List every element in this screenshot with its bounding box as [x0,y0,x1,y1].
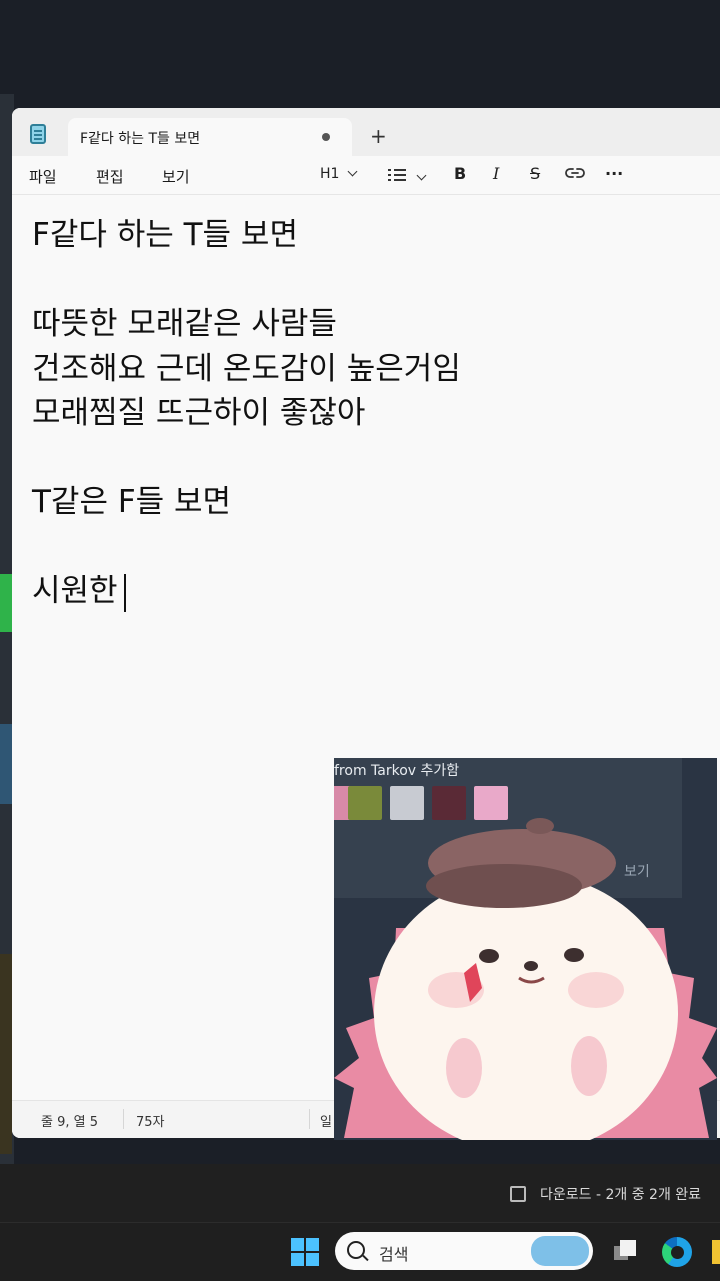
windows-start-icon[interactable] [291,1238,319,1266]
search-highlight-image [531,1236,589,1266]
heading-dropdown[interactable]: H1 [320,166,358,182]
background-top-bar [0,0,720,94]
text-line [32,258,461,303]
link-icon [565,168,585,178]
cursor-position: 줄 9, 열 5 [41,1115,98,1130]
search-icon [347,1241,365,1259]
file-explorer-icon[interactable] [712,1240,720,1264]
menu-view[interactable]: 보기 [162,166,190,187]
menu-bar: 파일 편집 보기 H1 B I S ··· [12,156,720,195]
document-text-area[interactable]: F같다 하는 T들 보면 따뜻한 모래같은 사람들 건조해요 근데 온도감이 높… [32,213,461,614]
text-line [32,525,461,570]
character-count: 75자 [136,1115,165,1130]
text-line [32,436,461,481]
text-line-current: 시원한 [32,569,461,614]
text-line: 모래찜질 뜨근하이 좋잖아 [32,395,366,431]
status-divider [309,1109,310,1129]
strikethrough-button[interactable]: S [530,164,540,183]
chevron-down-icon [347,166,358,177]
text-line: T같은 F들 보면 [32,484,232,520]
document-tab[interactable]: F같다 하는 T들 보면 [68,118,352,156]
download-icon[interactable] [510,1186,526,1202]
text-line: 따뜻한 모래같은 사람들 [32,306,337,342]
hedgehog-mascot-icon [334,818,717,1140]
heading-label: H1 [320,166,340,182]
more-options-button[interactable]: ··· [605,164,623,183]
list-chevron-down-icon[interactable] [416,170,427,181]
menu-edit[interactable]: 편집 [96,166,124,187]
edge-browser-icon[interactable] [662,1237,692,1267]
list-format-icon[interactable] [388,169,406,181]
current-line-text: 시원한 [32,573,118,609]
menu-file[interactable]: 파일 [29,166,57,187]
tab-bar: F같다 하는 T들 보면 + [12,108,720,156]
background-blue-element [0,724,12,804]
task-view-icon[interactable] [612,1238,638,1264]
link-button[interactable] [565,163,585,187]
status-partial-text: 일 [320,1115,332,1130]
taskbar-search-box[interactable]: 검색 [335,1232,593,1270]
search-placeholder: 검색 [379,1245,409,1264]
download-status-text[interactable]: 다운로드 - 2개 중 2개 완료 [540,1184,701,1204]
unsaved-dot-icon[interactable] [322,133,330,141]
tab-title: F같다 하는 T들 보면 [80,131,201,147]
bold-button[interactable]: B [454,164,466,183]
webcam-overlay: from Tarkov 추가함 보기 [334,758,717,1140]
new-tab-button[interactable]: + [370,126,387,146]
notepad-app-icon [30,124,46,144]
background-green-element [0,574,12,632]
italic-button[interactable]: I [493,164,499,183]
background-image-element [0,954,12,1154]
text-line: 건조해요 근데 온도감이 높은거임 [32,350,461,387]
text-cursor [123,573,126,612]
text-line: F같다 하는 T들 보면 [32,217,298,253]
status-divider [123,1109,124,1129]
